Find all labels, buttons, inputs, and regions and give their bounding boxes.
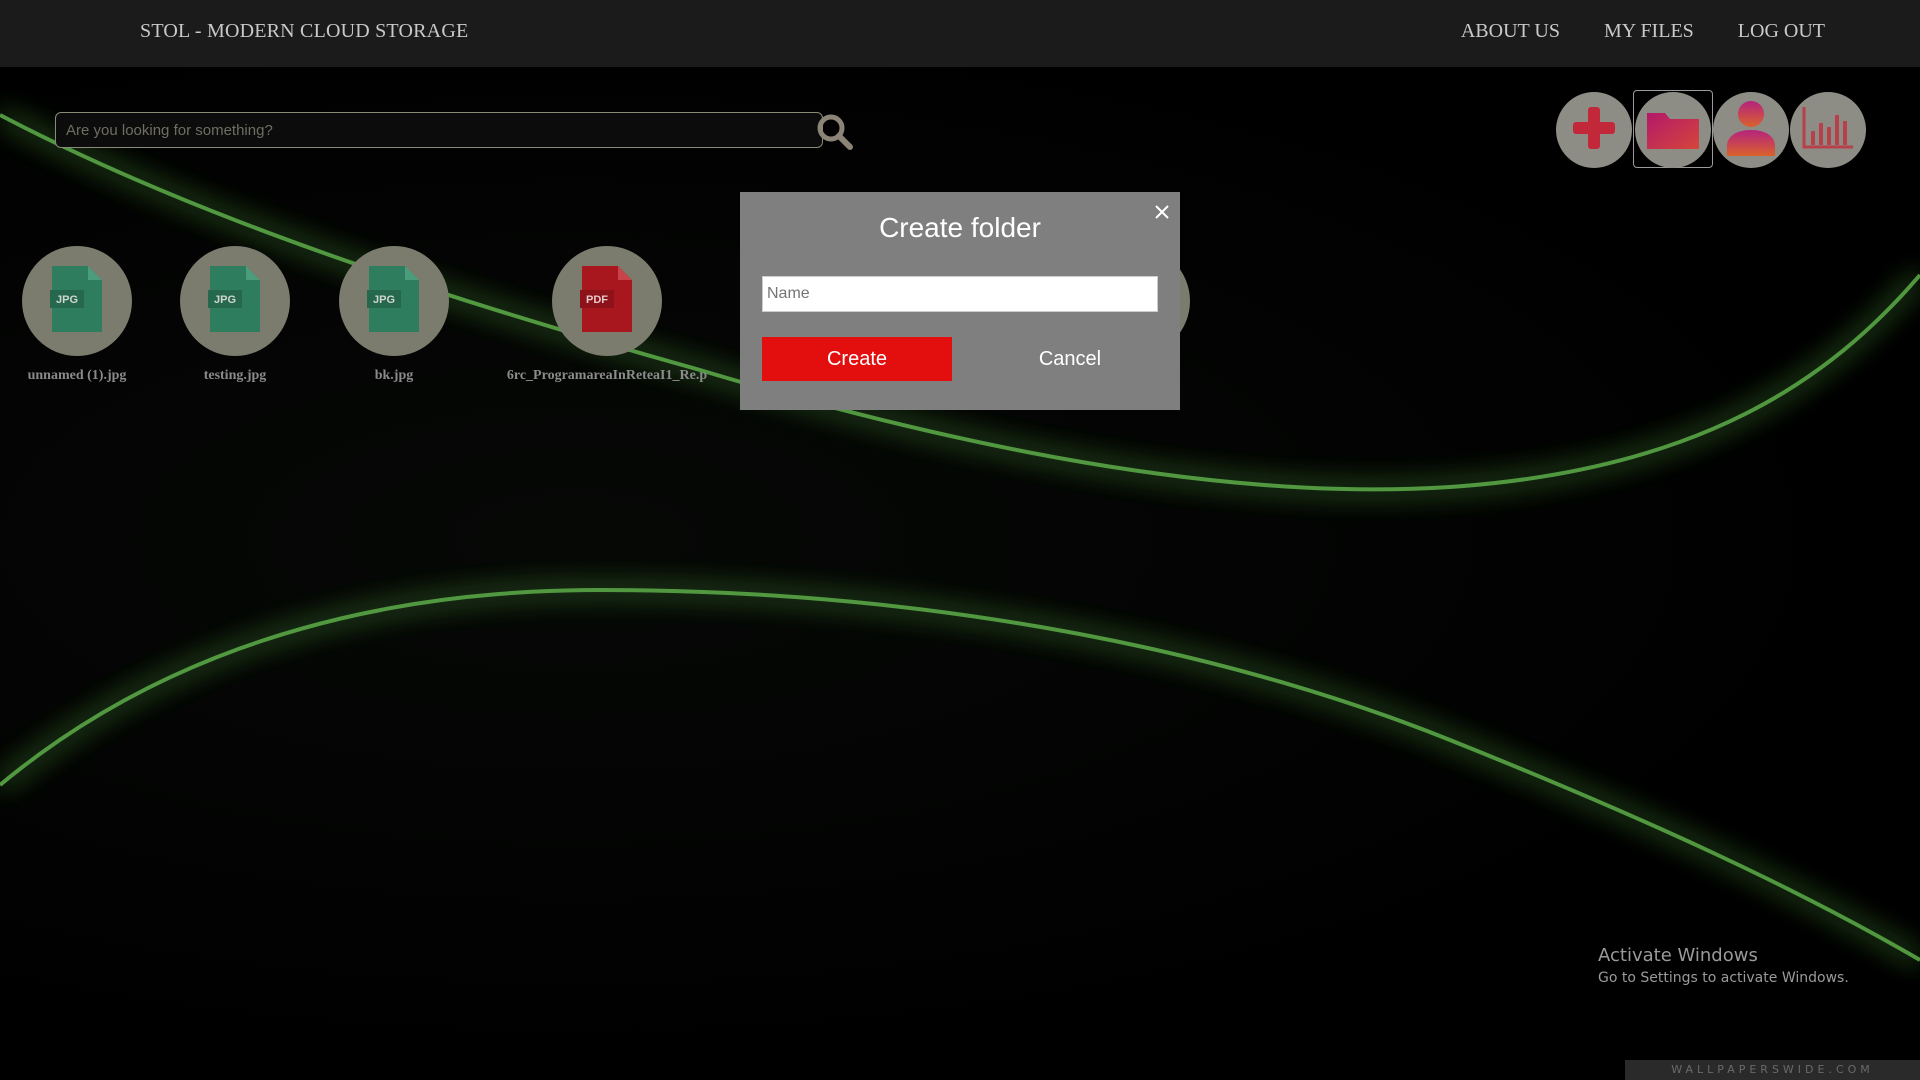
nav-about-us[interactable]: ABOUT US [1461, 20, 1560, 43]
statistics-button[interactable] [1790, 92, 1866, 168]
nav-links: ABOUT US MY FILES LOG OUT [1461, 20, 1825, 43]
file-item[interactable]: JPG unnamed (1).jpg [0, 246, 157, 384]
activate-subtitle: Go to Settings to activate Windows. [1598, 970, 1849, 986]
file-item[interactable]: PDF 6rc_ProgramareaInReteaI1_Re.p [507, 246, 707, 384]
glow-curves [0, 113, 1920, 962]
svg-text:JPG: JPG [214, 294, 236, 306]
svg-text:PDF: PDF [586, 294, 608, 306]
search-input[interactable] [55, 112, 823, 148]
user-icon [1723, 98, 1779, 163]
jpg-file-icon: JPG [50, 264, 104, 339]
file-name: unnamed (1).jpg [27, 368, 127, 383]
jpg-file-icon: JPG [367, 264, 421, 339]
create-folder-button[interactable] [1635, 92, 1711, 168]
jpg-file-icon: JPG [208, 264, 262, 339]
dialog-title: Create folder [879, 212, 1041, 243]
file-name: 6rc_ProgramareaInReteaI1_Re.p [506, 368, 708, 383]
bar-chart-icon [1801, 105, 1855, 156]
file-thumbnail: JPG [180, 246, 290, 356]
activate-title: Activate Windows [1598, 945, 1758, 966]
search-bar [55, 112, 853, 150]
folder-icon [1645, 105, 1701, 156]
file-item[interactable]: JPG bk.jpg [314, 246, 474, 384]
create-folder-dialog: Create folder Create Cancel [740, 192, 1180, 410]
svg-text:JPG: JPG [56, 294, 78, 306]
nav-my-files[interactable]: MY FILES [1604, 20, 1694, 43]
create-button[interactable]: Create [762, 337, 952, 381]
search-icon[interactable] [815, 112, 855, 152]
wallpaper-credit: WALLPAPERSWIDE.COM [1625, 1060, 1920, 1080]
file-item[interactable]: JPG testing.jpg [155, 246, 315, 384]
activate-windows-watermark: Activate Windows Go to Settings to activ… [1598, 945, 1849, 986]
background-wallpaper [0, 0, 1920, 1080]
app-title[interactable]: STOL - MODERN CLOUD STORAGE [140, 20, 468, 43]
svg-text:JPG: JPG [373, 294, 395, 306]
file-thumbnail: JPG [339, 246, 449, 356]
profile-button[interactable] [1713, 92, 1789, 168]
folder-name-input[interactable] [762, 276, 1158, 312]
file-name: testing.jpg [203, 368, 267, 383]
add-button[interactable] [1556, 92, 1632, 168]
file-thumbnail: PDF [552, 246, 662, 356]
plus-icon [1569, 103, 1619, 158]
cancel-button[interactable]: Cancel [980, 337, 1160, 381]
file-name: bk.jpg [374, 368, 414, 383]
file-thumbnail: JPG [22, 246, 132, 356]
nav-log-out[interactable]: LOG OUT [1738, 20, 1825, 43]
close-icon[interactable] [1152, 202, 1172, 222]
top-navbar: STOL - MODERN CLOUD STORAGE ABOUT US MY … [0, 0, 1920, 67]
pdf-file-icon: PDF [580, 264, 634, 339]
